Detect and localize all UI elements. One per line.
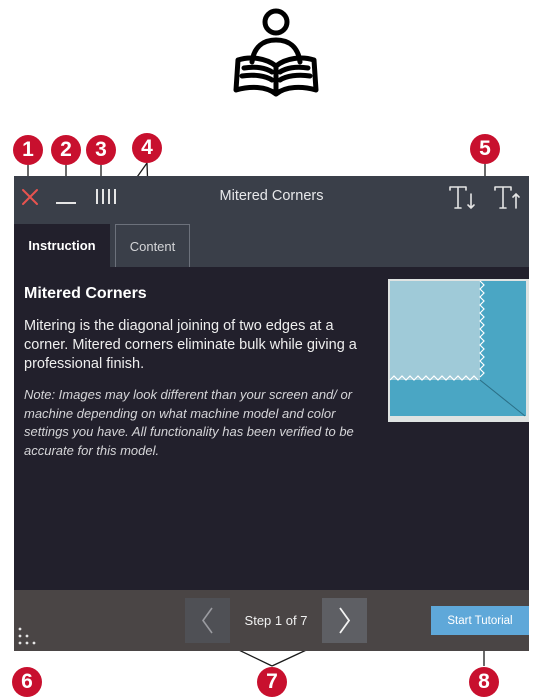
callout-badge: 5 — [470, 134, 500, 164]
instruction-content: Mitered Corners Mitering is the diagonal… — [14, 267, 529, 590]
content-heading: Mitered Corners — [24, 285, 147, 302]
callout-badge: 7 — [257, 667, 287, 697]
chevron-left-icon — [202, 607, 213, 634]
text-size-increase-icon[interactable] — [492, 182, 522, 214]
content-note: Note: Images may look different than you… — [24, 387, 354, 458]
previous-step-button[interactable] — [185, 598, 230, 643]
dot-grid-icon[interactable] — [17, 626, 41, 650]
callout-badge: 4 — [132, 133, 162, 163]
title-bar: Mitered Corners — [14, 176, 529, 219]
callout-badge: 6 — [12, 667, 42, 697]
content-paragraph: Mitering is the diagonal joining of two … — [24, 318, 357, 372]
tab-content[interactable]: Content — [115, 224, 190, 267]
person-reading-book-icon — [233, 8, 319, 97]
next-step-button[interactable] — [322, 598, 367, 643]
callout-badge: 2 — [51, 135, 81, 165]
chevron-right-icon — [339, 607, 351, 634]
tab-bar: Instruction Content — [14, 219, 529, 267]
start-tutorial-button[interactable]: Start Tutorial — [431, 606, 529, 635]
step-indicator: Step 1 of 7 — [244, 613, 308, 628]
callout-badge: 3 — [86, 135, 116, 165]
footer-bar: Step 1 of 7 Start Tutorial — [14, 590, 529, 651]
tutorial-window: Mitered Corners Instruction Content Mite… — [14, 176, 529, 651]
callout-badge: 1 — [13, 135, 43, 165]
text-size-decrease-icon[interactable] — [447, 182, 477, 214]
mitered-corner-illustration — [388, 279, 529, 422]
tab-instruction[interactable]: Instruction — [14, 224, 110, 267]
callout-badge: 8 — [469, 667, 499, 697]
